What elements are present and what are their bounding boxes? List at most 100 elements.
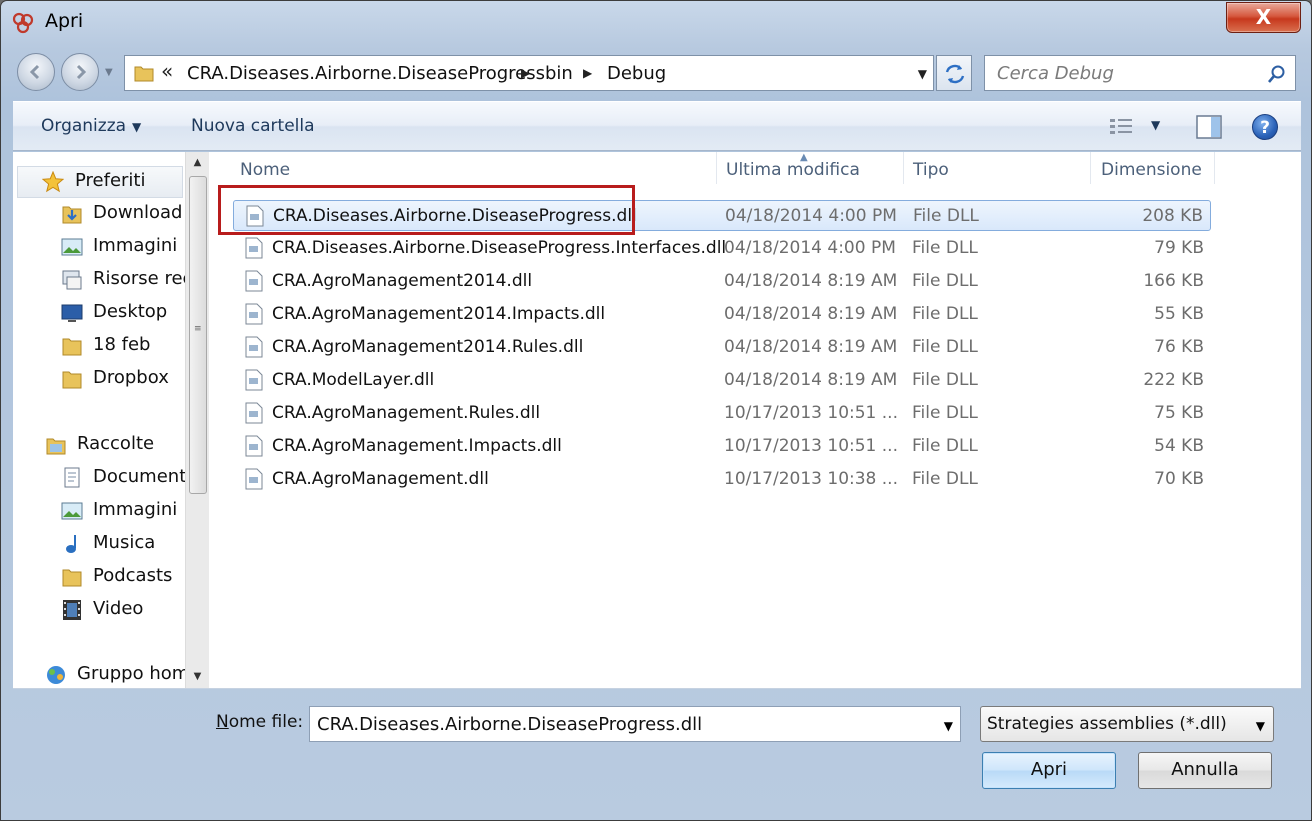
chevron-down-icon[interactable]: ▼ (944, 719, 953, 733)
file-modified: 10/17/2013 10:51 ... (724, 403, 898, 423)
refresh-button[interactable] (936, 55, 972, 91)
organize-label: Organizza (41, 116, 127, 136)
sidebar-item-documenti[interactable]: Document (13, 463, 191, 493)
back-button[interactable] (17, 53, 55, 91)
folder-icon (62, 338, 82, 356)
address-overflow-chevron[interactable]: « (161, 59, 173, 83)
scroll-down-arrow-icon[interactable]: ▼ (186, 666, 209, 688)
scroll-up-arrow-icon[interactable]: ▲ (186, 152, 209, 174)
file-modified: 04/18/2014 8:19 AM (724, 337, 898, 357)
sidebar-item-desktop[interactable]: Desktop (13, 298, 191, 328)
documents-icon (64, 467, 80, 488)
dll-file-icon (245, 270, 263, 292)
file-type-filter-select[interactable]: Strategies assemblies (*.dll) ▼ (980, 706, 1274, 742)
sidebar-item-dropbox[interactable]: Dropbox (13, 364, 191, 394)
file-type: File DLL (912, 469, 978, 489)
file-row[interactable]: CRA.Diseases.Airborne.DiseaseProgress.dl… (233, 200, 1211, 231)
title-bar: Apri X (1, 1, 1311, 45)
file-row[interactable]: CRA.AgroManagement.Impacts.dll 10/17/201… (233, 431, 1211, 462)
sidebar-item-label: Document (93, 466, 187, 487)
file-size: 76 KB (1154, 337, 1204, 357)
file-type: File DLL (912, 238, 978, 258)
breadcrumb-separator-icon[interactable]: ▶ (583, 66, 592, 80)
column-divider[interactable] (716, 152, 717, 184)
file-size: 166 KB (1143, 271, 1204, 291)
column-divider[interactable] (903, 152, 904, 184)
file-name: CRA.Diseases.Airborne.DiseaseProgress.In… (272, 238, 727, 258)
sidebar-item-download[interactable]: Download (13, 199, 191, 229)
forward-button[interactable] (61, 53, 99, 91)
file-row[interactable]: CRA.ModelLayer.dll 04/18/2014 8:19 AM Fi… (233, 365, 1211, 396)
new-folder-button[interactable]: Nuova cartella (191, 116, 315, 136)
file-name: CRA.AgroManagement2014.dll (272, 271, 533, 291)
view-options-icon[interactable] (1109, 116, 1135, 138)
folder-icon (62, 371, 82, 389)
sidebar-item-label: Musica (93, 532, 156, 553)
scrollbar-thumb[interactable]: ≡ (189, 176, 207, 494)
sidebar-item-musica[interactable]: Musica (13, 529, 191, 559)
sidebar-item-immagini-library[interactable]: Immagini (13, 496, 191, 526)
address-dropdown-icon[interactable]: ▼ (918, 67, 927, 81)
libraries-icon (46, 438, 66, 455)
file-row[interactable]: CRA.AgroManagement2014.Impacts.dll 04/18… (233, 299, 1211, 330)
file-type: File DLL (913, 206, 979, 226)
close-button[interactable]: X (1226, 2, 1301, 33)
file-size: 75 KB (1154, 403, 1204, 423)
sidebar-item-favorites[interactable]: Preferiti (17, 166, 183, 198)
file-row[interactable]: CRA.Diseases.Airborne.DiseaseProgress.In… (233, 233, 1211, 264)
file-modified: 04/18/2014 8:19 AM (724, 304, 898, 324)
star-icon (42, 171, 64, 193)
filename-input[interactable]: CRA.Diseases.Airborne.DiseaseProgress.dl… (309, 706, 961, 742)
breadcrumb-bin[interactable]: bin (545, 63, 573, 84)
download-folder-icon (62, 206, 82, 224)
preview-pane-icon[interactable] (1196, 115, 1222, 139)
file-row[interactable]: CRA.AgroManagement2014.dll 04/18/2014 8:… (233, 266, 1211, 297)
breadcrumb-debug[interactable]: Debug (607, 63, 666, 84)
sidebar-item-podcasts[interactable]: Podcasts (13, 562, 191, 592)
filename-value: CRA.Diseases.Airborne.DiseaseProgress.dl… (317, 714, 703, 735)
folder-icon (134, 66, 154, 82)
recent-locations-dropdown[interactable]: ▼ (105, 67, 113, 78)
dll-file-icon (245, 402, 263, 424)
column-divider[interactable] (1090, 152, 1091, 184)
pictures-icon (61, 238, 83, 256)
sidebar-item-immagini[interactable]: Immagini (13, 232, 191, 262)
column-header-modified[interactable]: Ultima modifica (726, 160, 860, 180)
sidebar-item-video[interactable]: Video (13, 595, 191, 625)
breadcrumb-project[interactable]: CRA.Diseases.Airborne.DiseaseProgress (187, 63, 545, 84)
sidebar-scrollbar[interactable]: ▲ ≡ ▼ (185, 152, 209, 688)
search-icon[interactable] (1267, 64, 1287, 84)
sidebar-item-libraries[interactable]: Raccolte (13, 430, 191, 460)
view-dropdown-icon[interactable]: ▼ (1151, 118, 1160, 132)
grip-icon: ≡ (194, 324, 202, 334)
address-bar[interactable]: « CRA.Diseases.Airborne.DiseaseProgress … (124, 55, 934, 91)
main-area: Preferiti Download Immagini Risorse rec … (13, 152, 1301, 689)
help-icon[interactable]: ? (1252, 114, 1278, 140)
breadcrumb-separator-icon[interactable]: ▶ (521, 66, 530, 80)
search-input[interactable]: Cerca Debug (984, 55, 1296, 91)
open-button[interactable]: Apri (982, 752, 1116, 789)
file-modified: 04/18/2014 8:19 AM (724, 370, 898, 390)
sidebar-item-18-feb[interactable]: 18 feb (13, 331, 191, 361)
recent-places-icon (62, 270, 82, 290)
cancel-button[interactable]: Annulla (1138, 752, 1272, 789)
file-name: CRA.AgroManagement.Impacts.dll (272, 436, 562, 456)
file-size: 222 KB (1143, 370, 1204, 390)
file-size: 208 KB (1142, 206, 1203, 226)
column-header-name[interactable]: Nome (240, 160, 290, 180)
sidebar-item-risorse-recenti[interactable]: Risorse rec (13, 265, 191, 295)
sidebar-item-label: Preferiti (75, 170, 146, 191)
file-row[interactable]: CRA.AgroManagement2014.Rules.dll 04/18/2… (233, 332, 1211, 363)
column-divider[interactable] (1214, 152, 1215, 184)
file-row[interactable]: CRA.AgroManagement.Rules.dll 10/17/2013 … (233, 398, 1211, 429)
column-header-type[interactable]: Tipo (913, 160, 949, 180)
file-size: 54 KB (1154, 436, 1204, 456)
sidebar-item-homegroup[interactable]: Gruppo hom (13, 660, 191, 688)
column-header-size[interactable]: Dimensione (1101, 160, 1202, 180)
file-row[interactable]: CRA.AgroManagement.dll 10/17/2013 10:38 … (233, 464, 1211, 495)
search-placeholder: Cerca Debug (997, 63, 1114, 84)
music-icon (66, 535, 76, 553)
organize-menu[interactable]: Organizza ▼ (41, 116, 141, 136)
file-modified: 04/18/2014 8:19 AM (724, 271, 898, 291)
refresh-icon (945, 64, 965, 84)
